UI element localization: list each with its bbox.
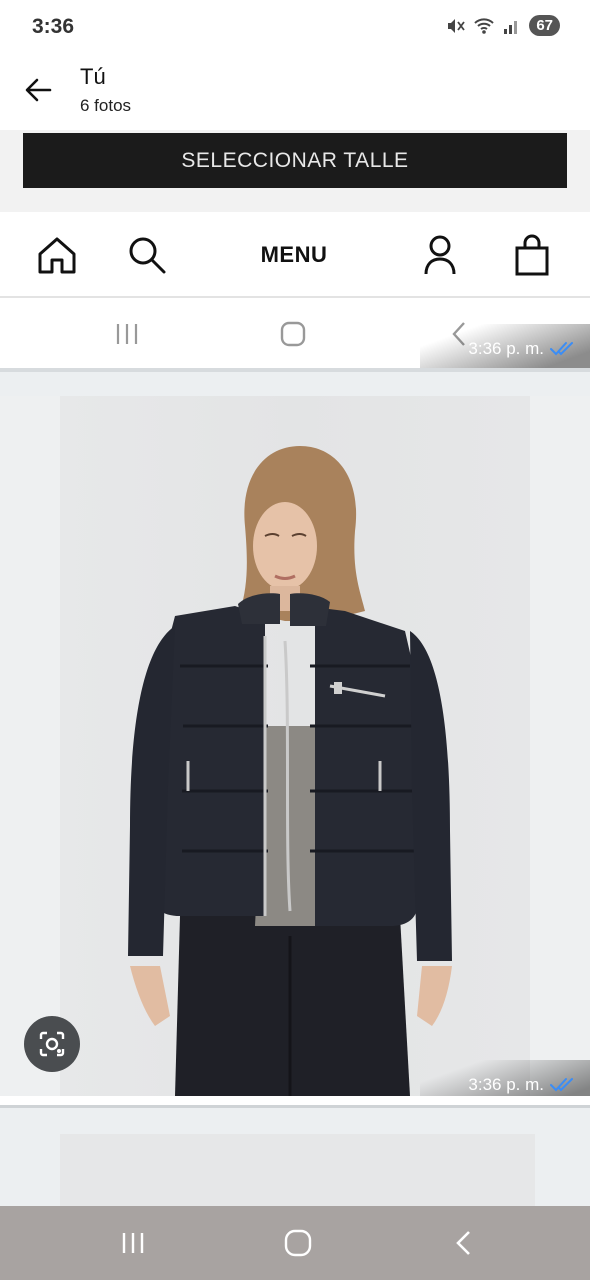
product-photo — [60, 396, 530, 1096]
system-back-button[interactable] — [450, 1224, 476, 1262]
screenshot-message[interactable]: SELECCIONAR TALLE MENU 3:36 p. m. — [0, 130, 590, 372]
status-time: 3:36 — [32, 15, 75, 38]
read-ticks-icon — [550, 342, 573, 356]
model-illustration — [128, 446, 452, 1096]
home-button-icon — [278, 316, 308, 352]
wifi-icon — [474, 17, 495, 34]
home-circle-icon — [284, 1229, 312, 1257]
menu-label: MENU — [260, 242, 328, 267]
home-icon — [34, 232, 80, 278]
shopping-bag-icon — [512, 232, 552, 278]
battery-badge: 67 — [529, 15, 560, 36]
message-divider — [0, 1096, 590, 1108]
home-button[interactable] — [283, 1224, 313, 1262]
status-icons: 67 — [445, 15, 560, 36]
shop-nav-bar: MENU — [0, 212, 590, 298]
next-photo-message[interactable] — [0, 1132, 590, 1206]
system-nav-bar — [0, 1206, 590, 1280]
select-size-button: SELECCIONAR TALLE — [23, 133, 567, 188]
photo-message[interactable]: 3:36 p. m. — [0, 396, 590, 1096]
photo-time-badge: 3:36 p. m. — [420, 1060, 590, 1096]
search-icon — [126, 232, 168, 278]
read-ticks-icon — [550, 1078, 573, 1092]
arrow-left-icon — [25, 78, 52, 102]
header-title: Tú — [80, 64, 106, 89]
signal-icon — [504, 20, 518, 34]
next-photo — [60, 1134, 535, 1206]
recent-apps-button[interactable] — [118, 1224, 148, 1262]
recent-apps-icon — [112, 316, 142, 352]
user-icon — [420, 232, 460, 278]
message-time-badge: 3:36 p. m. — [420, 324, 590, 368]
status-bar: 3:36 67 — [0, 0, 590, 56]
photo-timestamp: 3:36 p. m. — [468, 1075, 544, 1094]
back-button[interactable] — [20, 72, 56, 108]
image-search-button[interactable] — [24, 1016, 80, 1072]
lens-icon — [39, 1031, 65, 1057]
message-timestamp: 3:36 p. m. — [468, 339, 544, 358]
header-subtitle: 6 fotos — [80, 96, 132, 115]
mute-icon — [448, 18, 466, 33]
recent-apps-icon — [122, 1233, 144, 1253]
chevron-left-icon — [456, 1231, 470, 1255]
app-header: Tú 6 fotos — [0, 56, 590, 130]
